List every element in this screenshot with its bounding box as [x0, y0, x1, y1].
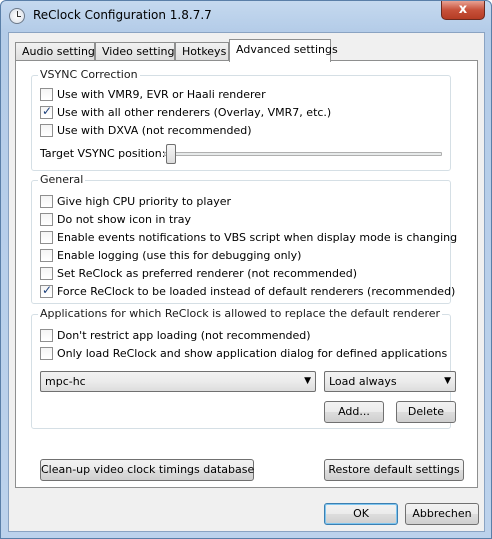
general-no-tray-icon-checkbox[interactable] — [40, 212, 53, 226]
apps-only-defined-checkbox[interactable] — [40, 346, 53, 360]
vsync-dxva-checkbox[interactable] — [40, 123, 53, 137]
close-button[interactable]: x — [441, 1, 485, 20]
vsync-vmr9-label: Use with VMR9, EVR or Haali renderer — [57, 87, 266, 101]
apps-only-defined-label: Only load ReClock and show application d… — [57, 346, 448, 360]
vsync-group: VSYNC Correction Use with VMR9, EVR or H… — [31, 68, 451, 171]
applications-group: Applications for which ReClock is allowe… — [31, 307, 456, 429]
vsync-vmr9-option[interactable]: Use with VMR9, EVR or Haali renderer — [40, 86, 266, 102]
vsync-dxva-option[interactable]: Use with DXVA (not recommended) — [40, 122, 252, 138]
vsync-other-renderers-option[interactable]: Use with all other renderers (Overlay, V… — [40, 104, 331, 120]
apps-no-restrict-label: Don't restrict app loading (not recommen… — [57, 328, 311, 342]
vsync-vmr9-checkbox[interactable] — [40, 87, 53, 101]
cleanup-database-button[interactable]: Clean-up video clock timings database — [40, 459, 254, 481]
general-preferred-renderer-label: Set ReClock as preferred renderer (not r… — [57, 266, 358, 280]
window-title: ReClock Configuration 1.8.7.7 — [33, 8, 212, 22]
ok-button[interactable]: OK — [324, 503, 398, 525]
general-force-load-checkbox[interactable] — [40, 283, 53, 298]
title-bar[interactable]: ReClock Configuration 1.8.7.7 x — [1, 1, 491, 31]
vsync-legend: VSYNC Correction — [38, 68, 140, 81]
vsync-position-label: Target VSYNC position: — [40, 147, 166, 160]
tab-video-settings[interactable]: Video settings — [95, 42, 180, 62]
application-select[interactable]: mpc-hc ▼ — [40, 371, 316, 392]
advanced-settings-panel: VSYNC Correction Use with VMR9, EVR or H… — [15, 60, 478, 488]
chevron-down-icon: ▼ — [304, 376, 311, 386]
cancel-button[interactable]: Abbrechen — [405, 503, 479, 525]
applications-legend: Applications for which ReClock is allowe… — [38, 307, 443, 320]
general-vbs-notifications-option[interactable]: Enable events notifications to VBS scrip… — [40, 229, 457, 245]
clock-icon — [9, 8, 25, 24]
vsync-other-renderers-checkbox[interactable] — [40, 104, 53, 119]
tab-hotkeys[interactable]: Hotkeys — [175, 42, 229, 62]
tab-advanced-settings[interactable]: Advanced settings — [229, 39, 338, 62]
general-high-cpu-option[interactable]: Give high CPU priority to player — [40, 193, 231, 209]
restore-defaults-button[interactable]: Restore default settings — [324, 459, 464, 481]
general-vbs-notifications-label: Enable events notifications to VBS scrip… — [57, 230, 458, 244]
add-application-button[interactable]: Add... — [324, 401, 384, 423]
dialog-client: Audio settings Video settings Hotkeys Ad… — [8, 32, 485, 532]
general-vbs-notifications-checkbox[interactable] — [40, 230, 53, 244]
general-no-tray-icon-label: Do not show icon in tray — [57, 212, 192, 226]
application-select-value: mpc-hc — [45, 375, 86, 388]
general-no-tray-icon-option[interactable]: Do not show icon in tray — [40, 211, 191, 227]
general-logging-option[interactable]: Enable logging (use this for debugging o… — [40, 247, 301, 263]
load-mode-select[interactable]: Load always ▼ — [324, 371, 456, 392]
general-high-cpu-checkbox[interactable] — [40, 194, 53, 208]
general-force-load-option[interactable]: Force ReClock to be loaded instead of de… — [40, 283, 455, 299]
vsync-dxva-label: Use with DXVA (not recommended) — [57, 123, 252, 137]
apps-only-defined-option[interactable]: Only load ReClock and show application d… — [40, 345, 447, 361]
vsync-position-thumb[interactable] — [166, 144, 176, 164]
general-legend: General — [38, 173, 86, 186]
tab-audio-settings[interactable]: Audio settings — [15, 42, 101, 62]
load-mode-select-value: Load always — [329, 375, 397, 388]
general-logging-checkbox[interactable] — [40, 248, 53, 262]
delete-application-button[interactable]: Delete — [396, 401, 456, 423]
general-logging-label: Enable logging (use this for debugging o… — [57, 248, 302, 262]
general-high-cpu-label: Give high CPU priority to player — [57, 194, 232, 208]
vsync-other-renderers-label: Use with all other renderers (Overlay, V… — [57, 105, 332, 119]
general-group: General Give high CPU priority to player… — [31, 173, 457, 304]
vsync-position-track[interactable] — [164, 152, 442, 156]
general-preferred-renderer-option[interactable]: Set ReClock as preferred renderer (not r… — [40, 265, 357, 281]
apps-no-restrict-checkbox[interactable] — [40, 328, 53, 342]
chevron-down-icon: ▼ — [444, 376, 451, 386]
config-window: ReClock Configuration 1.8.7.7 x Audio se… — [0, 0, 492, 539]
apps-no-restrict-option[interactable]: Don't restrict app loading (not recommen… — [40, 327, 311, 343]
general-preferred-renderer-checkbox[interactable] — [40, 266, 53, 280]
general-force-load-label: Force ReClock to be loaded instead of de… — [57, 284, 456, 298]
